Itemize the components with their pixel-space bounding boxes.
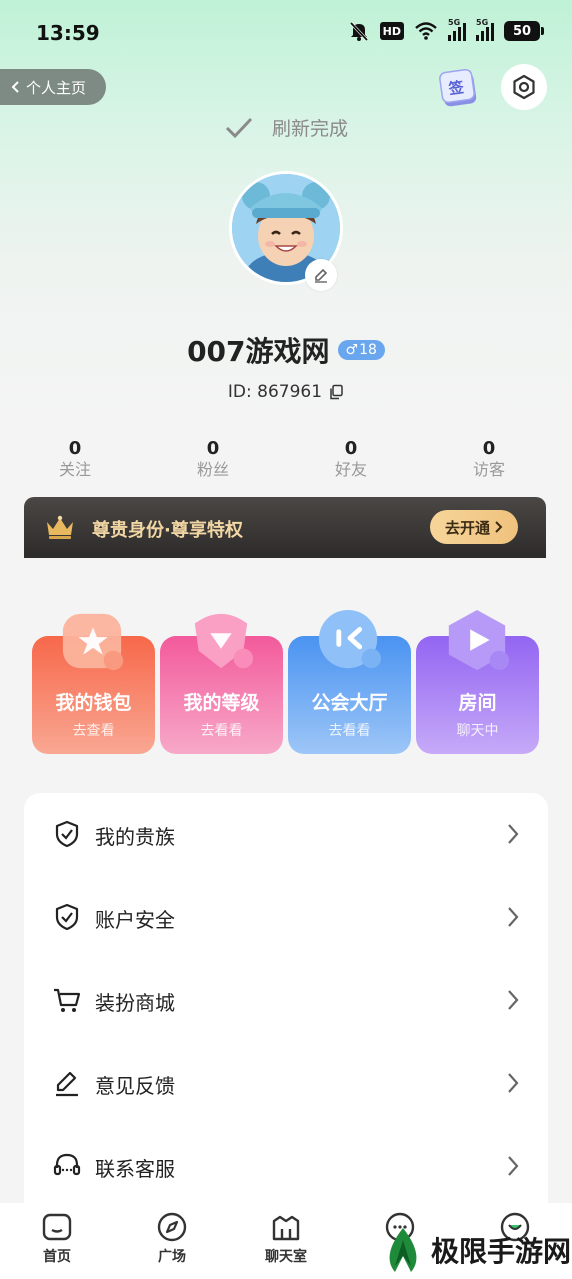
menu-label: 账户安全 bbox=[95, 908, 175, 932]
menu-label: 意见反馈 bbox=[95, 1074, 175, 1098]
stat-label: 访客 bbox=[472, 460, 505, 479]
vip-activate-button[interactable]: 去开通 bbox=[430, 510, 518, 544]
level-gem-icon bbox=[194, 613, 254, 669]
card-title: 公会大厅 bbox=[311, 692, 388, 714]
status-icons: HD 5G 5G 50 bbox=[348, 18, 544, 42]
level-card[interactable]: 我的等级 去看看 bbox=[160, 613, 283, 754]
tab-label: 首页 bbox=[43, 1249, 71, 1265]
guild-card[interactable]: 公会大厅 去看看 bbox=[288, 609, 411, 754]
edit-avatar-button[interactable] bbox=[305, 259, 337, 291]
card-subtitle: 去看看 bbox=[200, 723, 243, 739]
stat-following[interactable]: 0 关注 bbox=[35, 438, 115, 480]
chevron-right-icon bbox=[508, 990, 519, 1010]
watermark-text: 极限手游网 bbox=[431, 1235, 572, 1268]
stat-value: 0 bbox=[482, 438, 496, 459]
net-label-1: 5G bbox=[448, 18, 461, 27]
menu-item-nobility[interactable]: 我的贵族 bbox=[24, 793, 548, 876]
chevron-right-icon bbox=[508, 1156, 519, 1176]
tab-chatroom[interactable]: 聊天室 bbox=[246, 1211, 326, 1266]
chevron-right-icon bbox=[508, 1073, 519, 1093]
stat-label: 好友 bbox=[334, 460, 367, 479]
tab-label: 聊天室 bbox=[265, 1249, 307, 1265]
menu-item-feedback[interactable]: 意见反馈 bbox=[24, 1042, 548, 1125]
chatroom-icon bbox=[272, 1215, 300, 1241]
signal-1-icon: 5G bbox=[448, 18, 466, 41]
back-label: 个人主页 bbox=[26, 78, 87, 97]
vip-button-label: 去开通 bbox=[444, 518, 490, 537]
watermark: 极限手游网 bbox=[381, 1226, 571, 1274]
stat-value: 0 bbox=[206, 438, 220, 459]
vip-banner[interactable]: 尊贵身份·尊享特权 去开通 bbox=[24, 497, 546, 565]
shield-check-icon bbox=[55, 903, 79, 931]
compass-icon bbox=[157, 1212, 187, 1242]
home-icon bbox=[42, 1213, 72, 1241]
card-subtitle: 去看看 bbox=[328, 723, 371, 739]
chevron-right-icon bbox=[508, 824, 519, 844]
stat-friends[interactable]: 0 好友 bbox=[311, 438, 391, 480]
menu-item-customer-service[interactable]: 联系客服 bbox=[24, 1125, 548, 1208]
back-button[interactable]: 个人主页 bbox=[0, 69, 106, 105]
card-subtitle: 去查看 bbox=[72, 723, 115, 739]
stat-value: 0 bbox=[344, 438, 358, 459]
wallet-card[interactable]: 我的钱包 去查看 bbox=[32, 613, 155, 754]
settings-menu: 我的贵族 账户安全 装扮商城 意见反馈 联系客服 bbox=[24, 793, 548, 1223]
vip-text: 尊贵身份·尊享特权 bbox=[92, 520, 243, 541]
cart-icon bbox=[54, 988, 81, 1012]
pencil-icon bbox=[315, 268, 328, 283]
menu-label: 装扮商城 bbox=[95, 991, 175, 1015]
battery-icon: 50 bbox=[504, 21, 544, 41]
chevron-right-icon bbox=[508, 907, 519, 927]
check-icon bbox=[225, 117, 253, 138]
room-card[interactable]: 房间 聊天中 bbox=[416, 609, 539, 754]
refresh-text: 刷新完成 bbox=[271, 118, 348, 140]
tab-square[interactable]: 广场 bbox=[132, 1211, 212, 1266]
headset-icon bbox=[53, 1153, 81, 1176]
stat-label: 粉丝 bbox=[196, 460, 229, 479]
user-id: ID: 867961 bbox=[227, 382, 323, 402]
stat-value: 0 bbox=[68, 438, 82, 459]
copy-icon[interactable] bbox=[328, 384, 344, 400]
stat-fans[interactable]: 0 粉丝 bbox=[173, 438, 253, 480]
menu-label: 我的贵族 bbox=[95, 825, 175, 849]
menu-label: 联系客服 bbox=[95, 1157, 175, 1181]
watermark-logo-icon bbox=[389, 1228, 417, 1272]
sign-calendar-icon: 签 bbox=[439, 68, 477, 107]
age-value: 18 bbox=[359, 342, 377, 358]
menu-item-account-security[interactable]: 账户安全 bbox=[24, 876, 548, 959]
chevron-left-icon bbox=[11, 81, 19, 93]
status-bar: 13:59 HD 5G 5G 50 bbox=[0, 0, 572, 64]
shield-icon bbox=[55, 820, 79, 848]
mute-bell-icon bbox=[349, 21, 368, 42]
guild-chat-icon bbox=[318, 609, 382, 669]
card-title: 我的钱包 bbox=[55, 692, 132, 714]
chevron-right-icon bbox=[495, 521, 503, 533]
pen-icon bbox=[56, 1071, 78, 1097]
card-subtitle: 聊天中 bbox=[456, 723, 499, 739]
crown-icon bbox=[47, 515, 73, 539]
settings-button[interactable] bbox=[501, 64, 547, 110]
menu-item-dress-shop[interactable]: 装扮商城 bbox=[24, 959, 548, 1042]
wifi-icon bbox=[415, 22, 437, 40]
hd-icon: HD bbox=[379, 22, 404, 40]
net-label-2: 5G bbox=[476, 18, 489, 27]
tab-label: 广场 bbox=[158, 1249, 186, 1265]
wallet-star-icon bbox=[62, 613, 124, 671]
stat-visitors[interactable]: 0 访客 bbox=[449, 438, 529, 480]
card-title: 我的等级 bbox=[183, 692, 260, 714]
room-play-icon bbox=[448, 609, 510, 671]
status-time: 13:59 bbox=[36, 21, 100, 45]
gear-icon bbox=[513, 74, 535, 100]
id-row: ID: 867961 bbox=[0, 382, 572, 402]
username: 007游戏网 bbox=[187, 335, 330, 368]
tab-home[interactable]: 首页 bbox=[17, 1211, 97, 1266]
card-title: 房间 bbox=[458, 692, 497, 714]
gender-age-badge: ♂ 18 bbox=[337, 340, 385, 360]
stat-label: 关注 bbox=[58, 460, 91, 479]
name-row: 007游戏网 ♂ 18 bbox=[0, 330, 572, 370]
sign-in-button[interactable]: 签 bbox=[437, 65, 481, 109]
refresh-indicator: 刷新完成 bbox=[0, 114, 572, 141]
signal-2-icon: 5G bbox=[476, 18, 494, 41]
gender-icon: ♂ bbox=[345, 342, 359, 358]
